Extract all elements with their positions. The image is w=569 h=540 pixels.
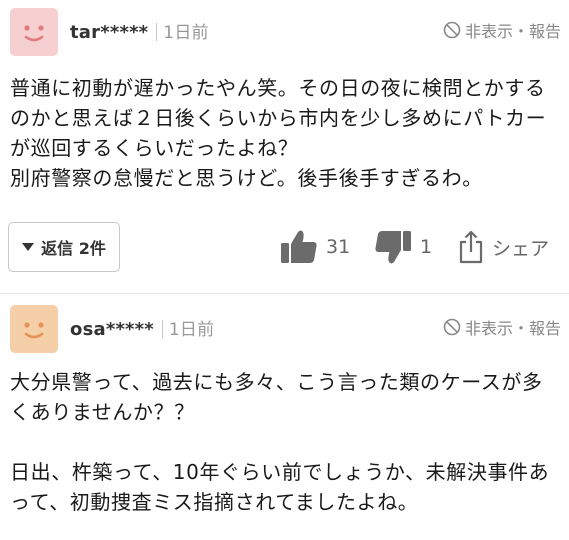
comment-header: osa***** 1日前 非表示・報告 (0, 297, 569, 353)
comment-item: tar***** 1日前 非表示・報告 普通に初動が遅かったやん笑。その日の夜に検… (0, 0, 569, 272)
username[interactable]: tar***** (70, 22, 148, 43)
username[interactable]: osa***** (70, 319, 154, 340)
timestamp: 1日前 (163, 23, 209, 43)
avatar[interactable] (10, 305, 58, 353)
share-label: シェア (492, 237, 550, 260)
smiley-face-icon (24, 322, 44, 339)
username-row: tar***** 1日前 (70, 18, 209, 43)
separator (156, 23, 158, 41)
share-icon (459, 230, 483, 264)
avatar[interactable] (10, 8, 58, 56)
prohibit-icon (443, 318, 461, 336)
comment-item: osa***** 1日前 非表示・報告 大分県警って、過去にも多々、こう言った類の… (0, 297, 569, 514)
dislike-count: 1 (420, 236, 433, 258)
like-count: 31 (326, 236, 351, 258)
share-button[interactable]: シェア (458, 226, 549, 268)
thumbs-up-icon (281, 230, 317, 263)
comment-actions: 31 1 シェア (0, 226, 569, 268)
thumbs-down-icon (375, 231, 411, 264)
separator (161, 320, 163, 338)
hide-report-link[interactable]: 非表示・報告 (443, 18, 561, 42)
hide-report-link[interactable]: 非表示・報告 (443, 315, 561, 339)
comment-header: tar***** 1日前 非表示・報告 (0, 0, 569, 56)
hide-report-label: 非表示・報告 (464, 22, 561, 41)
comment-body: 普通に初動が遅かったやん笑。その日の夜に検問とかするのかと思えば２日後くらいから… (10, 76, 547, 190)
hide-report-label: 非表示・報告 (464, 319, 561, 338)
username-row: osa***** 1日前 (70, 315, 214, 340)
dislike-button[interactable]: 1 (374, 226, 432, 268)
timestamp: 1日前 (168, 320, 215, 340)
like-button[interactable]: 31 (280, 226, 350, 268)
smiley-face-icon (24, 25, 44, 42)
prohibit-icon (443, 21, 461, 39)
comment-divider (0, 293, 569, 294)
comment-body: 大分県警って、過去にも多々、こう言った類のケースが多くありませんか？？ 日出、杵… (10, 370, 550, 514)
